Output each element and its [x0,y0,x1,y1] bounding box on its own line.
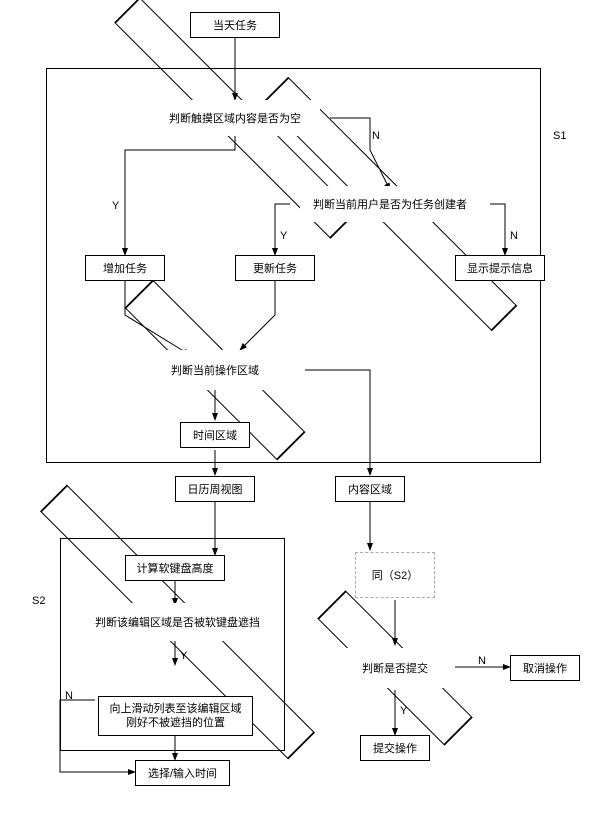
node-label: 显示提示信息 [467,260,533,276]
node-is-creator: 判断当前用户是否为任务创建者 [300,186,480,222]
node-label: 判断当前操作区域 [171,362,259,378]
edge-label-y: Y [280,230,287,242]
edge-label-n: N [372,130,380,142]
node-label: 同（S2） [372,567,418,583]
node-current-task: 当天任务 [190,12,280,38]
node-calendar-week: 日历周视图 [175,476,255,502]
node-keyboard-cover: 判断该编辑区域是否被软键盘遮挡 [80,603,275,641]
node-show-hint: 显示提示信息 [455,255,545,281]
node-same-s2: 同（S2） [355,552,435,598]
node-label: 日历周视图 [188,481,243,497]
node-content-area: 内容区域 [335,476,405,502]
node-label: 判断当前用户是否为任务创建者 [313,196,467,212]
node-label: 计算软键盘高度 [137,560,214,576]
node-label: 内容区域 [348,481,392,497]
node-touch-empty: 判断触摸区域内容是否为空 [150,100,320,136]
node-select-time: 选择/输入时间 [135,760,230,786]
edge-label-y: Y [400,705,407,717]
node-label: 判断触摸区域内容是否为空 [169,110,301,126]
region-s2-label: S2 [32,595,45,607]
node-time-area: 时间区域 [180,422,250,448]
node-label: 判断是否提交 [362,660,428,676]
edge-label-y: Y [180,650,187,662]
region-s1-label: S1 [553,130,566,142]
node-submit-check: 判断是否提交 [345,648,445,688]
node-label: 时间区域 [193,427,237,443]
node-cancel-op: 取消操作 [510,655,580,681]
node-label: 提交操作 [373,740,417,756]
node-scroll-up: 向上滑动列表至该编辑区域刚好不被遮挡的位置 [98,696,253,736]
node-label: 向上滑动列表至该编辑区域刚好不被遮挡的位置 [105,702,246,731]
node-label: 取消操作 [523,660,567,676]
node-label: 更新任务 [253,260,297,276]
edge-label-n: N [65,690,73,702]
node-update-task: 更新任务 [235,255,315,281]
node-label: 增加任务 [103,260,147,276]
node-calc-keyboard: 计算软键盘高度 [125,555,225,581]
node-add-task: 增加任务 [85,255,165,281]
node-label: 判断该编辑区域是否被软键盘遮挡 [95,614,260,630]
node-label: 当天任务 [213,17,257,33]
edge-label-n: N [478,655,486,667]
node-label: 选择/输入时间 [148,765,217,781]
node-submit-op: 提交操作 [360,735,430,761]
edge-label-y: Y [112,200,119,212]
edge-label-n: N [510,230,518,242]
node-op-area: 判断当前操作区域 [155,350,275,390]
